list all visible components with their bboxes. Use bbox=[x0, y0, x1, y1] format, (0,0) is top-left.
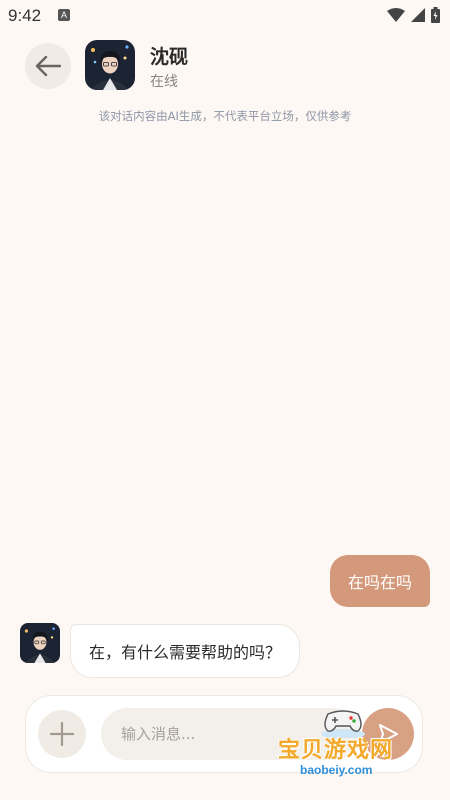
status-time: 9:42 bbox=[8, 6, 42, 25]
send-icon bbox=[379, 724, 398, 744]
bot-message-bubble: 在，有什么需要帮助的吗？ bbox=[70, 624, 301, 678]
notification-icon: A bbox=[58, 9, 70, 21]
system-icons bbox=[387, 7, 440, 23]
character-name: 沈砚 bbox=[150, 46, 189, 68]
character-status: 在线 bbox=[150, 74, 178, 90]
status-bar: 9:42 A bbox=[0, 0, 450, 32]
ai-disclaimer: 该对话内容由AI生成，不代表平台立场，仅供参考 bbox=[98, 109, 352, 123]
user-message-bubble: 在吗在吗 bbox=[329, 555, 430, 607]
wifi-icon bbox=[387, 8, 405, 22]
signal-icon bbox=[411, 8, 425, 22]
send-button[interactable] bbox=[362, 708, 414, 760]
back-button[interactable] bbox=[25, 43, 71, 89]
composer-bar bbox=[25, 695, 423, 773]
battery-icon bbox=[431, 7, 440, 23]
avatar-image bbox=[20, 623, 60, 663]
plus-icon bbox=[50, 722, 74, 746]
bot-avatar[interactable] bbox=[20, 623, 60, 663]
character-avatar[interactable] bbox=[85, 40, 135, 90]
arrow-left-icon bbox=[35, 55, 61, 77]
message-input[interactable] bbox=[101, 708, 359, 760]
avatar-image bbox=[85, 40, 135, 90]
attach-button[interactable] bbox=[38, 710, 86, 758]
